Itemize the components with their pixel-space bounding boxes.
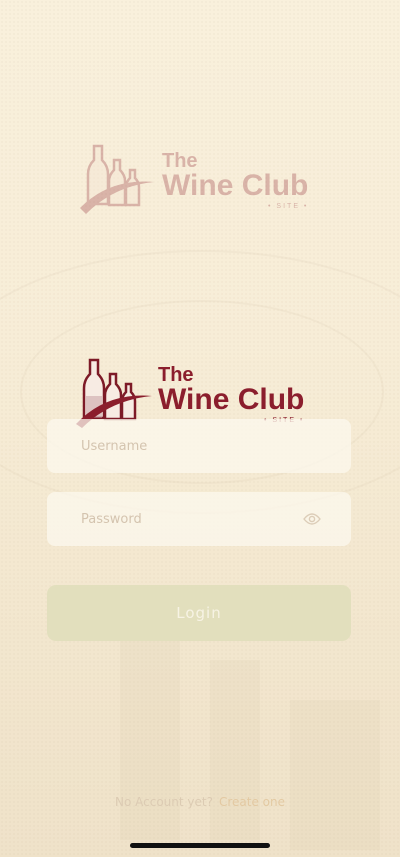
login-screen: The Wine Club • SITE • The Wine Club • S… <box>0 0 400 857</box>
wine-bottles-icon <box>78 142 158 214</box>
no-account-text: No Account yet? <box>115 795 213 809</box>
wine-bottles-icon <box>74 356 154 428</box>
logo-the: The <box>162 150 198 172</box>
signup-prompt: No Account yet? Create one <box>0 795 400 809</box>
background-pillar <box>210 660 260 840</box>
logo-name: Wine Club <box>158 383 305 416</box>
login-button[interactable]: Login <box>47 585 351 641</box>
home-indicator <box>130 843 270 848</box>
logo-the: The <box>158 364 194 386</box>
background-pillar <box>290 700 380 850</box>
username-input[interactable] <box>47 419 351 473</box>
logo-name: Wine Club <box>162 169 309 202</box>
eye-icon[interactable] <box>303 511 321 525</box>
create-account-link[interactable]: Create one <box>219 795 285 809</box>
logo-text: The Wine Club • SITE • <box>158 365 304 424</box>
background-pillar <box>120 640 180 840</box>
logo-ghost: The Wine Club • SITE • <box>78 142 308 214</box>
username-field-container <box>47 419 351 473</box>
logo-sub: • SITE • <box>268 203 309 210</box>
logo: The Wine Club • SITE • <box>74 356 304 428</box>
password-field-container <box>47 492 351 546</box>
logo-text: The Wine Club • SITE • <box>162 151 308 210</box>
